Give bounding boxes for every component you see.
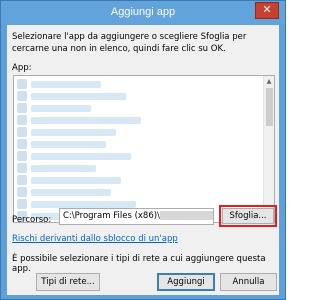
app-item-name	[31, 93, 126, 100]
app-item-icon	[17, 115, 27, 125]
app-list-label: App:	[12, 63, 32, 73]
app-item-icon	[17, 151, 27, 161]
app-item-icon	[17, 127, 27, 137]
network-types-button[interactable]: Tipi di rete...	[36, 273, 100, 291]
app-item-icon	[17, 91, 27, 101]
app-item-name	[31, 141, 106, 148]
network-types-info: È possibile selezionare i tipi di rete a…	[12, 254, 266, 274]
path-value: C:\Program Files (x86)\	[63, 211, 160, 221]
app-item-name	[31, 201, 136, 208]
app-item-name	[31, 129, 116, 136]
app-item-name	[31, 189, 111, 196]
app-item-name	[31, 117, 141, 124]
app-list-scrollbar[interactable]: ▲ ▼	[263, 76, 274, 222]
app-item-name	[31, 153, 131, 160]
dialog-title: Aggiungi app	[110, 6, 176, 18]
browse-button[interactable]: Sfoglia...	[222, 208, 274, 224]
add-app-dialog: Aggiungi app ✕ Selezionare l'app da aggi…	[0, 0, 286, 300]
title-bar[interactable]: Aggiungi app ✕	[1, 1, 285, 25]
path-redacted	[159, 211, 213, 220]
close-button[interactable]: ✕	[255, 2, 279, 19]
app-item-name	[31, 177, 121, 184]
path-label: Percorso:	[12, 215, 52, 225]
app-item-icon	[17, 79, 27, 89]
scroll-thumb[interactable]	[266, 88, 273, 126]
app-item-name	[31, 81, 101, 88]
add-button[interactable]: Aggiungi	[157, 273, 215, 291]
app-item-icon	[17, 199, 27, 209]
app-item-name	[31, 165, 96, 172]
scroll-up-arrow-icon[interactable]: ▲	[264, 76, 274, 87]
instructions-text: Selezionare l'app da aggiungere o scegli…	[12, 32, 247, 54]
cancel-button[interactable]: Annulla	[220, 273, 277, 291]
app-item-icon	[17, 103, 27, 113]
app-list[interactable]: ▲ ▼	[13, 75, 275, 223]
dialog-body: Selezionare l'app da aggiungere o scegli…	[7, 25, 279, 295]
app-item-icon	[17, 187, 27, 197]
unblock-risks-link[interactable]: Rischi derivanti dallo sblocco di un'app	[12, 234, 178, 244]
app-item-icon	[17, 139, 27, 149]
app-item-icon	[17, 163, 27, 173]
app-item-icon	[17, 175, 27, 185]
path-field[interactable]: C:\Program Files (x86)\	[59, 208, 214, 225]
app-item-name	[31, 105, 91, 112]
